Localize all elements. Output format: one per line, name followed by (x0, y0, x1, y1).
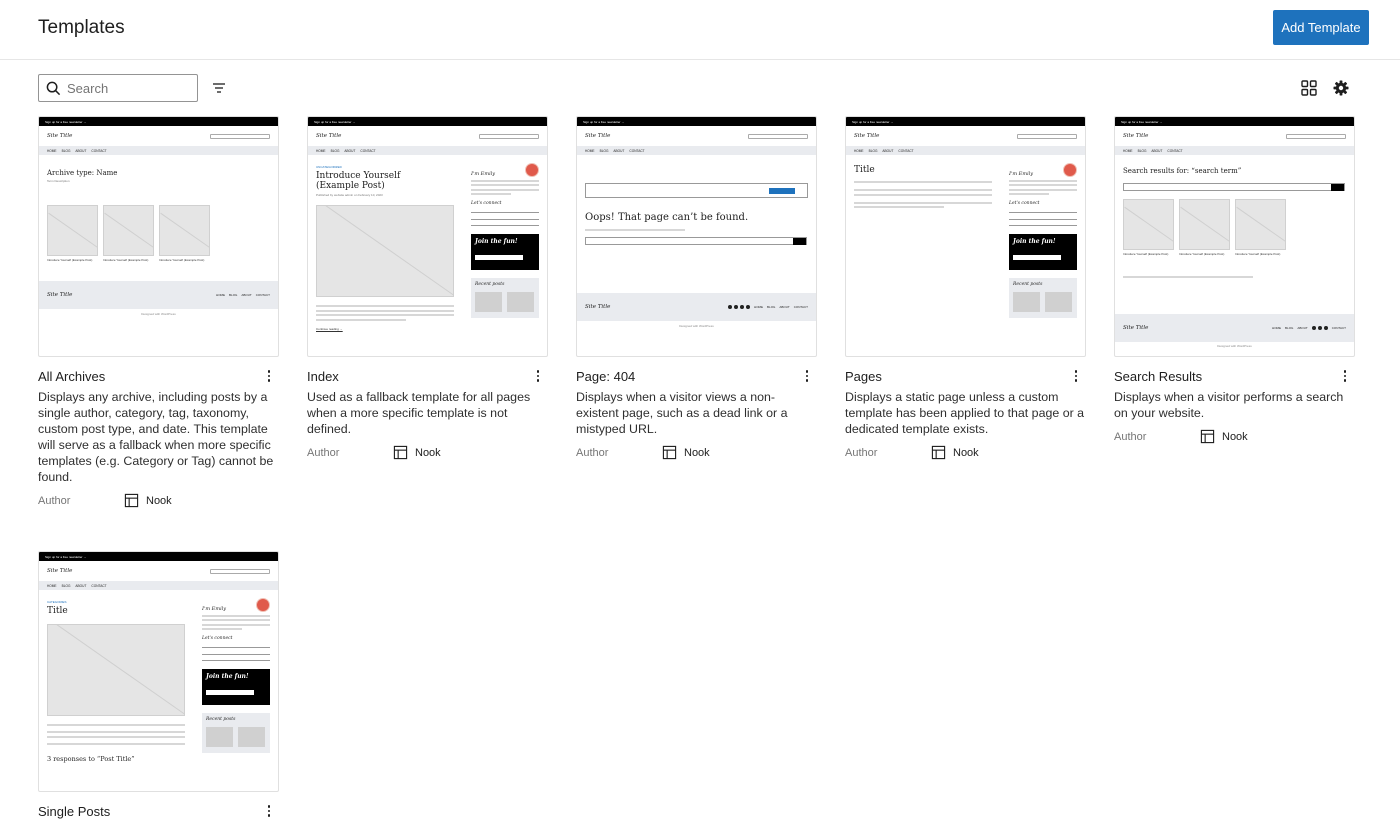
template-description: Displays a static page unless a custom t… (845, 390, 1085, 436)
search-icon (46, 81, 61, 95)
template-preview[interactable]: Sign up for a free newsletter → Site Tit… (1114, 116, 1355, 357)
template-source: Nook (1200, 429, 1248, 444)
view-settings-button[interactable] (1331, 78, 1351, 98)
gear-icon (1333, 80, 1349, 96)
layout-icon (1200, 429, 1215, 444)
layout-icon (393, 445, 408, 460)
more-actions-button[interactable] (261, 802, 277, 819)
template-preview[interactable]: Sign up for a free newsletter → Site Tit… (307, 116, 548, 357)
template-title[interactable]: Index (307, 369, 339, 384)
preview-search (210, 133, 270, 139)
template-preview[interactable]: Sign up for a free newsletter → Site Tit… (38, 551, 279, 792)
layout-toggle-button[interactable] (1299, 78, 1319, 98)
template-source: Nook (393, 445, 441, 460)
preview-heading: Archive type: Name (47, 169, 118, 177)
template-description: Used as a fallback template for all page… (307, 390, 531, 436)
author-label: Author (576, 447, 609, 459)
template-card-index: Sign up for a free newsletter → Site Tit… (307, 116, 548, 463)
preview-site-title: Site Title (47, 133, 73, 139)
search-input[interactable] (67, 80, 187, 96)
template-preview[interactable]: Sign up for a free newsletter → Site Tit… (845, 116, 1086, 357)
filter-icon (213, 83, 225, 93)
grid-layout-icon (1301, 80, 1317, 96)
author-label: Author (307, 447, 340, 459)
template-preview[interactable]: Sign up for a free newsletter → Site Tit… (38, 116, 279, 357)
preview-footer: Site Title HOME BLOG ABOUT CONTACT (39, 281, 278, 309)
template-description: Displays when a visitor views a non-exis… (576, 390, 788, 436)
template-title[interactable]: Pages (845, 369, 882, 384)
filter-button[interactable] (209, 78, 229, 98)
more-actions-button[interactable] (1337, 367, 1353, 385)
add-template-button[interactable]: Add Template (1273, 10, 1369, 45)
template-description: Displays when a visitor performs a searc… (1114, 390, 1344, 420)
more-actions-button[interactable] (799, 367, 815, 385)
layout-icon (931, 445, 946, 460)
layout-icon (662, 445, 677, 460)
template-title[interactable]: Search Results (1114, 369, 1202, 384)
more-actions-button[interactable] (1068, 367, 1084, 385)
template-source: Nook (931, 445, 979, 460)
layout-icon (124, 493, 139, 508)
preview-subtext: Term Description (47, 179, 70, 183)
template-title[interactable]: All Archives (38, 369, 105, 384)
template-card-all-archives: Sign up for a free newsletter → Site Tit… (38, 116, 279, 511)
search-field[interactable] (38, 74, 198, 102)
more-actions-button[interactable] (261, 367, 277, 385)
template-card-page-404: Sign up for a free newsletter → Site Tit… (576, 116, 817, 463)
page-header: Templates Add Template (0, 0, 1400, 60)
template-source: Nook (662, 445, 710, 460)
template-card-search-results: Sign up for a free newsletter → Site Tit… (1114, 116, 1355, 447)
template-title[interactable]: Single Posts (38, 804, 110, 819)
author-label: Author (845, 447, 878, 459)
author-label: Author (38, 495, 71, 507)
template-description: Displays any archive, including posts by… (38, 390, 274, 484)
author-label: Author (1114, 431, 1147, 443)
template-card-single-posts: Sign up for a free newsletter → Site Tit… (38, 551, 279, 819)
template-preview[interactable]: Sign up for a free newsletter → Site Tit… (576, 116, 817, 357)
preview-nav: HOME BLOG ABOUT CONTACT (39, 146, 278, 155)
template-source: Nook (124, 493, 172, 508)
more-actions-button[interactable] (530, 367, 546, 385)
preview-banner: Sign up for a free newsletter → (39, 117, 278, 126)
template-title[interactable]: Page: 404 (576, 369, 635, 384)
page-title: Templates (38, 17, 125, 38)
template-card-pages: Sign up for a free newsletter → Site Tit… (845, 116, 1086, 463)
